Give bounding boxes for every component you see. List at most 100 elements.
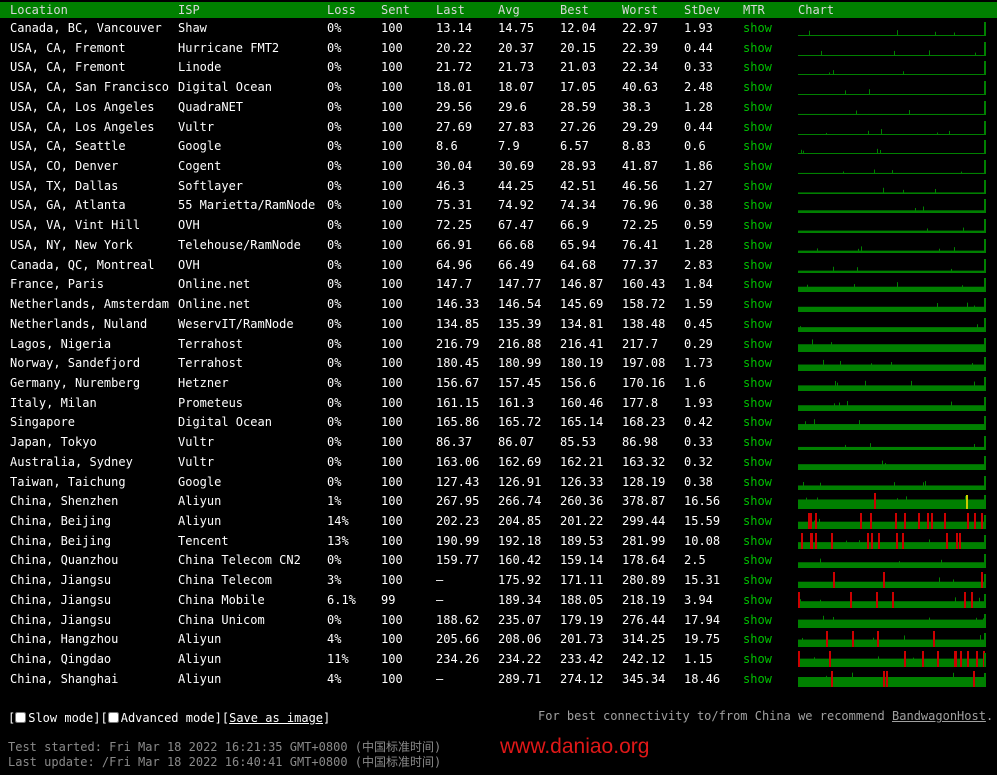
mtr-show-link[interactable]: show <box>743 60 772 74</box>
advanced-mode-label[interactable]: Advanced mode <box>121 711 215 725</box>
mtr-show-link[interactable]: show <box>743 198 772 212</box>
chart-end-tick <box>984 357 986 372</box>
header-best[interactable]: Best <box>560 3 589 17</box>
location-cell: China, Jiangsu <box>10 612 112 627</box>
last-cell: 13.14 <box>436 21 473 35</box>
mtr-show-link[interactable]: show <box>743 297 772 311</box>
chart-end-tick <box>984 61 986 76</box>
location-cell: China, Jiangsu <box>10 573 112 588</box>
loss-cell: 0% <box>327 178 342 193</box>
mtr-show-link[interactable]: show <box>743 159 772 173</box>
best-cell: 233.42 <box>560 652 604 667</box>
mtr-show-link[interactable]: show <box>743 139 772 153</box>
best-cell: 189.53 <box>560 533 604 548</box>
mtr-show-link[interactable]: show <box>743 21 772 35</box>
chart-end-tick <box>984 317 986 332</box>
latency-chart <box>798 532 986 549</box>
header-sent[interactable]: Sent <box>381 3 410 17</box>
slow-mode-label[interactable]: Slow mode <box>28 711 93 725</box>
mtr-show-link[interactable]: show <box>743 652 772 666</box>
mtr-show-link[interactable]: show <box>743 337 772 351</box>
mtr-show-link[interactable]: show <box>743 238 772 252</box>
chart-loss-marker <box>810 513 812 529</box>
mtr-show-link[interactable]: show <box>743 593 772 607</box>
header-isp[interactable]: ISP <box>178 3 200 17</box>
mtr-show-link[interactable]: show <box>743 218 772 232</box>
chart-loss-marker <box>892 591 894 608</box>
sent-cell: 100 <box>381 336 403 351</box>
sent-cell: 100 <box>381 218 403 233</box>
avg-cell: 180.99 <box>498 356 542 371</box>
chart-baseline <box>798 562 986 569</box>
chart-loss-marker <box>981 572 983 589</box>
header-stdev[interactable]: StDev <box>684 3 720 17</box>
worst-cell: 46.56 <box>622 178 659 193</box>
mtr-show-link[interactable]: show <box>743 632 772 646</box>
mtr-show-link[interactable]: show <box>743 179 772 193</box>
mtr-show-link[interactable]: show <box>743 672 772 686</box>
last-cell: – <box>436 573 444 588</box>
chart-spike <box>871 363 872 372</box>
mtr-show-link[interactable]: show <box>743 376 772 390</box>
mtr-show-link[interactable]: show <box>743 435 772 449</box>
latency-chart <box>798 572 986 589</box>
location-cell: USA, NY, New York <box>10 237 133 252</box>
mtr-show-link[interactable]: show <box>743 455 772 469</box>
mtr-show-link[interactable]: show <box>743 277 772 291</box>
mtr-show-link[interactable]: show <box>743 553 772 567</box>
last-cell: 75.31 <box>436 198 473 213</box>
chart-loss-marker <box>874 493 876 510</box>
save-as-image-link[interactable]: Save as image <box>229 711 323 725</box>
slow-mode-checkbox[interactable] <box>15 712 27 723</box>
mtr-show-link[interactable]: show <box>743 475 772 489</box>
isp-cell: Cogent <box>178 159 222 174</box>
mtr-show-link[interactable]: show <box>743 120 772 134</box>
mtr-show-link[interactable]: show <box>743 494 772 508</box>
mtr-show-link[interactable]: show <box>743 258 772 272</box>
mtr-show-link[interactable]: show <box>743 573 772 587</box>
mtr-show-link[interactable]: show <box>743 415 772 429</box>
header-loss[interactable]: Loss <box>327 3 356 17</box>
location-cell: USA, VA, Vint Hill <box>10 218 141 233</box>
chart-end-tick <box>984 238 986 253</box>
header-last[interactable]: Last <box>436 3 465 17</box>
isp-cell: Aliyun <box>178 652 222 667</box>
chart-spike <box>833 266 834 273</box>
mtr-show-link[interactable]: show <box>743 41 772 55</box>
header-location[interactable]: Location <box>10 3 68 17</box>
mtr-show-link[interactable]: show <box>743 80 772 94</box>
last-cell: 30.04 <box>436 159 473 174</box>
stdev-cell: 0.44 <box>684 40 713 55</box>
mtr-show-link[interactable]: show <box>743 356 772 370</box>
bracket: ][ <box>214 711 230 725</box>
chart-loss-marker <box>883 670 885 687</box>
chart-spike <box>839 402 840 411</box>
header-avg[interactable]: Avg <box>498 3 520 17</box>
mtr-show-link[interactable]: show <box>743 613 772 627</box>
bandwagonhost-link[interactable]: BandwagonHost <box>892 709 986 723</box>
last-cell: 190.99 <box>436 533 480 548</box>
best-cell: 159.14 <box>560 553 604 568</box>
chart-spike <box>821 50 822 56</box>
mtr-show-link[interactable]: show <box>743 100 772 114</box>
chart-warn-marker <box>966 495 968 510</box>
latency-chart <box>798 61 986 76</box>
mtr-show-link[interactable]: show <box>743 514 772 528</box>
stdev-cell: 0.6 <box>684 139 706 154</box>
mtr-show-link[interactable]: show <box>743 396 772 410</box>
chart-spike <box>967 302 968 313</box>
isp-cell: QuadraNET <box>178 99 244 114</box>
latency-chart <box>798 179 986 194</box>
advanced-mode-checkbox[interactable] <box>107 712 119 723</box>
best-cell: 165.14 <box>560 415 604 430</box>
last-cell: 180.45 <box>436 356 480 371</box>
chart-baseline <box>798 658 986 668</box>
avg-cell: 234.22 <box>498 652 542 667</box>
location-cell: Taiwan, Taichung <box>10 474 126 489</box>
mtr-show-link[interactable]: show <box>743 317 772 331</box>
avg-cell: 29.6 <box>498 99 527 114</box>
header-worst[interactable]: Worst <box>622 3 658 17</box>
location-cell: Italy, Milan <box>10 395 97 410</box>
last-cell: 46.3 <box>436 178 465 193</box>
mtr-show-link[interactable]: show <box>743 534 772 548</box>
